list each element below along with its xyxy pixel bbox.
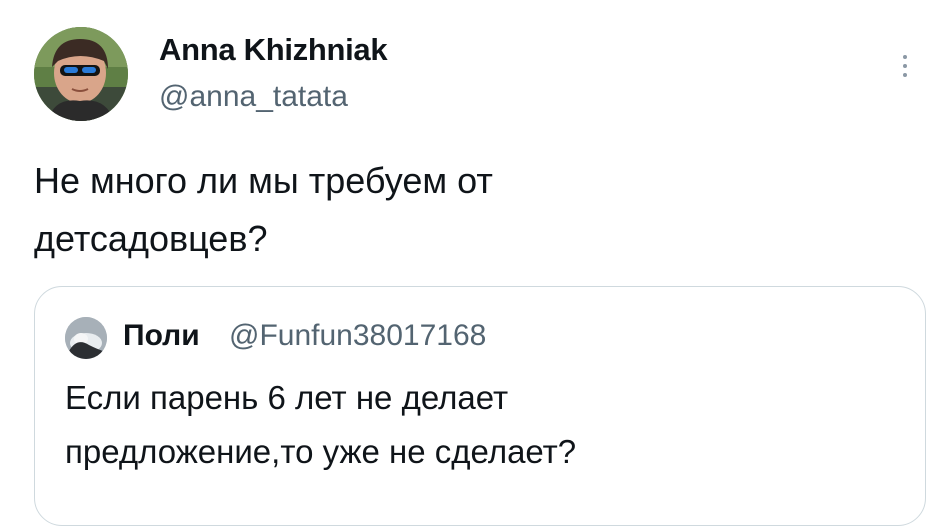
dot [903, 73, 907, 77]
author-avatar[interactable] [34, 27, 128, 121]
author-name[interactable]: Anna Khizhniak [159, 32, 388, 68]
tweet-text: Не много ли мы требуем от детсадовцев? [34, 160, 493, 259]
dot [903, 55, 907, 59]
tweet: Anna Khizhniak @anna_tatata Не много ли … [0, 0, 943, 526]
quoted-author-handle[interactable]: @Funfun38017168 [229, 319, 486, 353]
author-handle[interactable]: @anna_tatata [159, 80, 348, 114]
quoted-author-name[interactable]: Поли [123, 319, 200, 353]
more-vertical-icon[interactable] [893, 44, 917, 88]
quoted-author-avatar[interactable] [65, 317, 107, 359]
dot [903, 64, 907, 68]
quoted-tweet[interactable]: Поли @Funfun38017168 Если парень 6 лет н… [34, 286, 926, 526]
quoted-tweet-text: Если парень 6 лет не делает предложение,… [65, 379, 577, 470]
